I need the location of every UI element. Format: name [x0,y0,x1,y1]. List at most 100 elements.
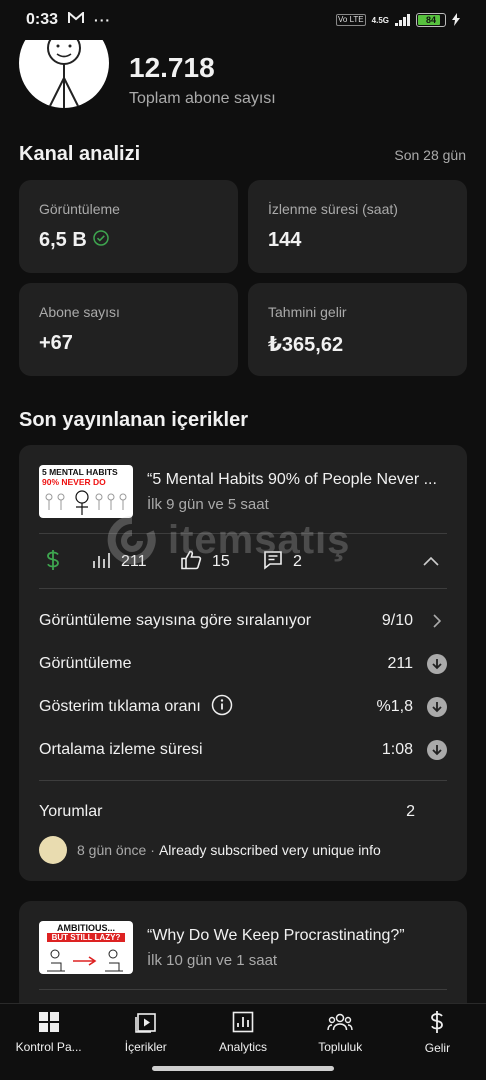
youtube-studio-dashboard: 0:33 ··· Vo LTE 4.5G 84 12.718 Toplam ab… [0,0,486,1080]
analytics-period[interactable]: Son 28 gün [394,147,466,163]
likes-metric[interactable]: 15 [180,533,230,591]
battery-level: 84 [425,15,436,25]
video-age: İlk 10 gün ve 1 saat [147,952,278,969]
stat-label: Tahmini gelir [268,304,347,320]
video-thumbnail[interactable]: 5 MENTAL HABITS 90% NEVER DO [39,465,133,518]
video-title[interactable]: “Why Do We Keep Procrastinating?” [147,927,447,945]
nav-earn[interactable]: Gelir [389,1004,486,1061]
video-age: İlk 9 gün ve 5 saat [147,496,269,513]
thumbnail-figures-icon [47,949,123,972]
comment-icon [263,550,283,575]
nav-label: Analytics [218,1040,268,1054]
thumbnail-text: 90% NEVER DO [42,477,106,487]
arrow-down-icon[interactable] [427,697,447,717]
comment-time: 8 gün önce [77,842,147,858]
detail-value: %1,8 [376,698,413,715]
comments-count: 2 [293,553,302,570]
check-circle-icon [93,229,109,252]
video-metrics-row: 211 15 2 [19,533,467,591]
signal-icon [395,14,410,26]
nav-label: Topluluk [318,1040,363,1054]
collapse-button[interactable] [423,533,439,591]
more-notifications-icon: ··· [94,12,112,28]
comments-total: 2 [406,803,415,820]
stat-label: İzlenme süresi (saat) [268,201,398,217]
bottom-navigation: Kontrol Pa... İçerikler Analytics Toplul… [0,1003,486,1061]
nav-label: Gelir [424,1041,451,1055]
stat-value: 144 [268,229,302,251]
nav-analytics[interactable]: Analytics [194,1004,291,1061]
community-icon [327,1011,353,1036]
nav-content[interactable]: İçerikler [97,1004,194,1061]
bar-chart-icon [91,551,111,574]
volte-badge: Vo LTE [336,14,366,26]
gmail-icon [68,10,85,29]
thumbnail-text: AMBITIOUS... [57,923,115,933]
info-icon[interactable] [211,694,233,721]
video-card: 5 MENTAL HABITS 90% NEVER DO “5 Mental H… [19,445,467,881]
subscriber-label: Toplam abone sayısı [129,90,276,107]
views-count: 211 [121,553,147,570]
video-title[interactable]: “5 Mental Habits 90% of People Never ... [147,471,447,489]
battery-icon: 84 [416,13,446,27]
stat-label: Abone sayısı [39,304,120,320]
analytics-title: Kanal analizi [19,143,141,165]
comment-separator: · [150,842,155,858]
comment-text: Already subscribed very unique info [158,842,381,858]
detail-row-ranking[interactable]: Görüntüleme sayısına göre sıralanıyor 9/… [39,601,447,641]
comments-section-header[interactable]: Yorumlar 2 [39,792,447,832]
chevron-up-icon [423,553,439,571]
thumbnail-text: BUT STILL LAZY? [47,933,125,942]
dollar-icon [44,549,62,576]
detail-row-avg-duration: Ortalama izleme süresi 1:08 [39,730,447,770]
divider [39,780,447,781]
comments-metric[interactable]: 2 [263,533,302,591]
detail-label: Gösterim tıklama oranı [39,698,201,715]
divider [39,588,447,589]
subscriber-count: 12.718 [129,52,215,83]
thumbnail-text: 5 MENTAL HABITS [42,467,118,477]
thumbnail-figures-icon [45,490,127,515]
charging-icon [452,12,460,28]
dashboard-icon [38,1011,60,1036]
stat-card-views[interactable]: Görüntüleme 6,5 B [19,180,238,273]
detail-label: Ortalama izleme süresi [39,741,203,758]
detail-label: Görüntüleme sayısına göre sıralanıyor [39,612,312,629]
dollar-icon [429,1010,445,1037]
chevron-right-icon [427,614,447,628]
stat-card-subscribers[interactable]: Abone sayısı +67 [19,283,238,376]
status-bar: 0:33 ··· Vo LTE 4.5G 84 [0,0,486,40]
nav-dashboard[interactable]: Kontrol Pa... [0,1004,97,1061]
arrow-down-icon[interactable] [427,654,447,674]
stat-card-watch-time[interactable]: İzlenme süresi (saat) 144 [248,180,467,273]
detail-value: 211 [387,655,413,672]
detail-value: 9/10 [381,612,413,629]
status-time: 0:33 [26,11,59,28]
network-type: 4.5G [371,15,389,25]
analytics-icon [232,1011,254,1036]
revenue-metric[interactable] [44,533,62,591]
recent-content-title: Son yayınlanan içerikler [19,409,248,431]
home-indicator[interactable] [152,1066,334,1071]
arrow-down-icon[interactable] [427,740,447,760]
detail-row-views: Görüntüleme 211 [39,644,447,684]
content-icon [134,1011,157,1036]
thumbs-up-icon [180,550,202,575]
nav-community[interactable]: Topluluk [292,1004,389,1061]
latest-comment[interactable]: 8 gün önce · Already subscribed very uni… [39,835,381,865]
stat-label: Görüntüleme [39,201,120,217]
video-thumbnail[interactable]: AMBITIOUS... BUT STILL LAZY? [39,921,133,974]
detail-label: Görüntüleme [39,655,132,672]
commenter-avatar [39,836,67,864]
views-metric[interactable]: 211 [91,533,147,591]
comments-label: Yorumlar [39,803,103,820]
stat-card-revenue[interactable]: Tahmini gelir ₺365,62 [248,283,467,376]
divider [39,989,447,990]
detail-value: 1:08 [381,741,413,758]
stat-value: ₺365,62 [268,334,344,356]
stat-value: +67 [39,332,73,354]
stat-value: 6,5 B [39,229,87,251]
likes-count: 15 [212,553,230,570]
nav-label: İçerikler [124,1040,167,1054]
nav-label: Kontrol Pa... [15,1040,82,1054]
